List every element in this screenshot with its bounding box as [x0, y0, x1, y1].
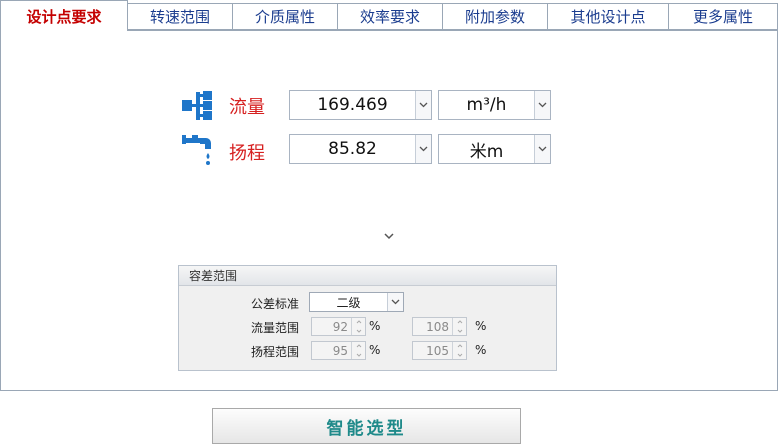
head-range-min-value[interactable]: 95 [312, 342, 351, 359]
spin-up-icon[interactable] [453, 342, 466, 351]
chevron-down-icon[interactable] [387, 293, 403, 311]
head-unit[interactable]: 米m [439, 135, 534, 163]
spin-down-icon[interactable] [453, 327, 466, 336]
chevron-down-icon[interactable] [534, 135, 550, 163]
spin-up-icon[interactable] [352, 342, 365, 351]
tab-extra-params[interactable]: 附加参数 [442, 3, 548, 30]
flow-manifold-icon [181, 89, 215, 123]
flow-range-label: 流量范围 [251, 321, 300, 335]
tolerance-group-title: 容差范围 [179, 266, 556, 286]
flow-value-combo[interactable]: 169.469 [289, 90, 432, 120]
tab-more-properties[interactable]: 更多属性 [668, 3, 778, 30]
head-value-combo[interactable]: 85.82 [289, 134, 432, 164]
head-range-label: 扬程范围 [251, 345, 300, 359]
spin-up-icon[interactable] [453, 318, 466, 327]
tab-medium-properties[interactable]: 介质属性 [232, 3, 338, 30]
tolerance-standard-value[interactable]: 二级 [310, 293, 387, 311]
flow-range-min-stepper[interactable]: 92 [311, 317, 366, 336]
flow-range-min-value[interactable]: 92 [312, 318, 351, 335]
head-range-max-value[interactable]: 105 [413, 342, 452, 359]
tolerance-standard-label: 公差标准 [251, 297, 300, 311]
spin-down-icon[interactable] [453, 351, 466, 360]
smart-select-button[interactable]: 智能选型 [212, 408, 521, 444]
faucet-icon [181, 133, 215, 167]
head-range-min-stepper[interactable]: 95 [311, 341, 366, 360]
spin-down-icon[interactable] [352, 351, 365, 360]
spin-down-icon[interactable] [352, 327, 365, 336]
design-point-panel: 流量 169.469 m³/h 扬程 85.82 米m 容差范围 公差标准 二级… [0, 30, 778, 391]
expand-chevron-icon[interactable] [383, 227, 395, 240]
head-range-max-stepper[interactable]: 105 [412, 341, 467, 360]
percent-sign: % [475, 319, 487, 333]
tolerance-standard-select[interactable]: 二级 [309, 292, 404, 312]
head-value[interactable]: 85.82 [290, 135, 415, 163]
spin-up-icon[interactable] [352, 318, 365, 327]
tolerance-group: 容差范围 公差标准 二级 流量范围 92 % 108 % 扬程范围 95 % 1… [178, 265, 557, 371]
percent-sign: % [369, 319, 381, 333]
tab-other-design-points[interactable]: 其他设计点 [547, 3, 669, 30]
flow-unit-combo[interactable]: m³/h [438, 90, 551, 120]
tab-bar: 设计点要求 转速范围 介质属性 效率要求 附加参数 其他设计点 更多属性 [0, 0, 782, 31]
flow-label: 流量 [229, 97, 265, 118]
flow-range-max-value[interactable]: 108 [413, 318, 452, 335]
tab-speed-range[interactable]: 转速范围 [127, 3, 233, 30]
percent-sign: % [369, 343, 381, 357]
percent-sign: % [475, 343, 487, 357]
tab-design-point[interactable]: 设计点要求 [0, 0, 128, 31]
flow-range-max-stepper[interactable]: 108 [412, 317, 467, 336]
head-label: 扬程 [229, 143, 265, 164]
chevron-down-icon[interactable] [415, 135, 431, 163]
flow-value[interactable]: 169.469 [290, 91, 415, 119]
chevron-down-icon[interactable] [415, 91, 431, 119]
tab-efficiency[interactable]: 效率要求 [337, 3, 443, 30]
chevron-down-icon[interactable] [534, 91, 550, 119]
head-unit-combo[interactable]: 米m [438, 134, 551, 164]
flow-unit[interactable]: m³/h [439, 91, 534, 119]
